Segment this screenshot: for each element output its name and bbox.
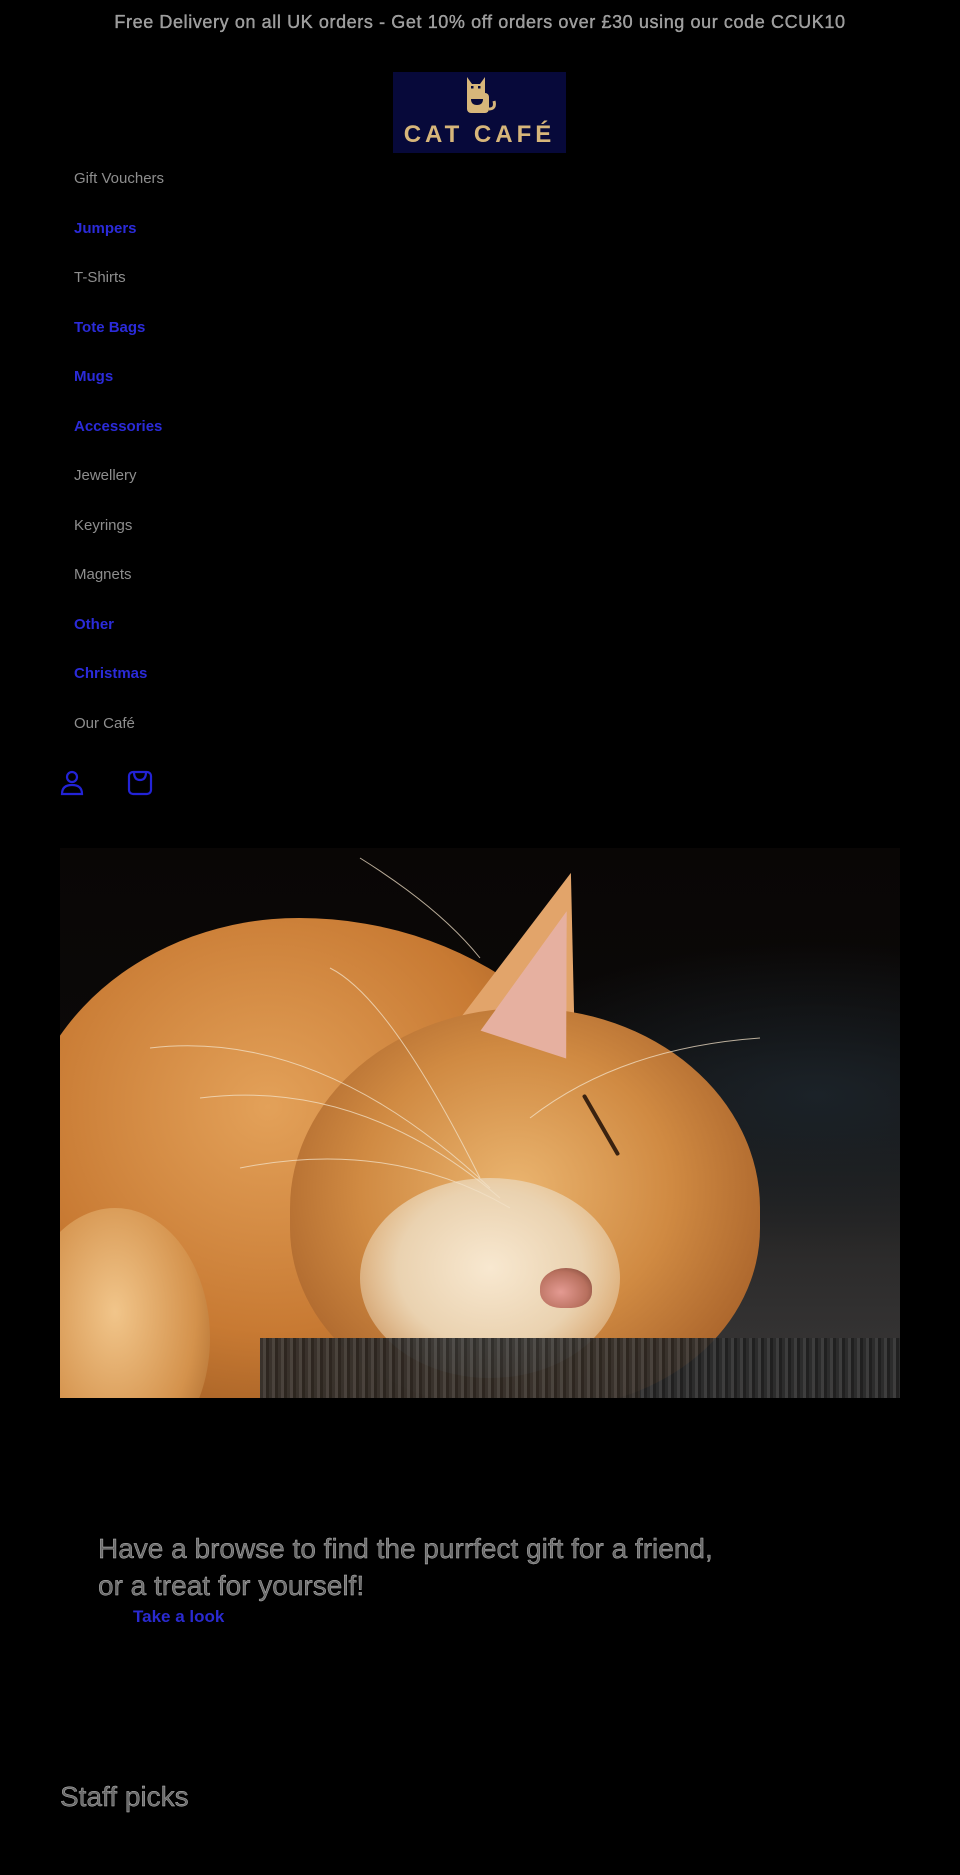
cat-with-cup-icon bbox=[467, 77, 496, 113]
section-title-staff-picks: Staff picks bbox=[60, 1781, 189, 1812]
nav-item-keyrings[interactable]: Keyrings bbox=[74, 517, 164, 567]
announcement-text: Free Delivery on all UK orders - Get 10%… bbox=[114, 12, 846, 32]
nav-item-our-cafe[interactable]: Our Café bbox=[74, 715, 164, 765]
nav-item-other[interactable]: Other bbox=[74, 616, 164, 666]
nav-item-accessories[interactable]: Accessories bbox=[74, 418, 164, 468]
promo-text: Have a browse to find the purrfect gift … bbox=[98, 1533, 713, 1601]
take-a-look-link[interactable]: Take a look bbox=[133, 1607, 224, 1627]
cart-button[interactable] bbox=[127, 770, 153, 801]
nav-item-mugs[interactable]: Mugs bbox=[74, 368, 164, 418]
nav-item-magnets[interactable]: Magnets bbox=[74, 566, 164, 616]
nav-item-jewellery[interactable]: Jewellery bbox=[74, 467, 164, 517]
main-navigation: Gift Vouchers Jumpers T-Shirts Tote Bags… bbox=[74, 170, 164, 764]
nav-item-t-shirts[interactable]: T-Shirts bbox=[74, 269, 164, 319]
hero-image bbox=[60, 848, 900, 1398]
site-logo[interactable]: CAT CAFÉ bbox=[393, 72, 566, 153]
brand-name: CAT CAFÉ bbox=[403, 121, 556, 148]
announcement-bar: Free Delivery on all UK orders - Get 10%… bbox=[0, 12, 960, 33]
nav-item-christmas[interactable]: Christmas bbox=[74, 665, 164, 715]
nav-item-gift-vouchers[interactable]: Gift Vouchers bbox=[74, 170, 164, 220]
account-button[interactable] bbox=[60, 770, 84, 801]
nav-item-jumpers[interactable]: Jumpers bbox=[74, 220, 164, 270]
nav-item-tote-bags[interactable]: Tote Bags bbox=[74, 319, 164, 369]
cart-icon bbox=[127, 770, 153, 796]
account-icon bbox=[60, 770, 84, 796]
